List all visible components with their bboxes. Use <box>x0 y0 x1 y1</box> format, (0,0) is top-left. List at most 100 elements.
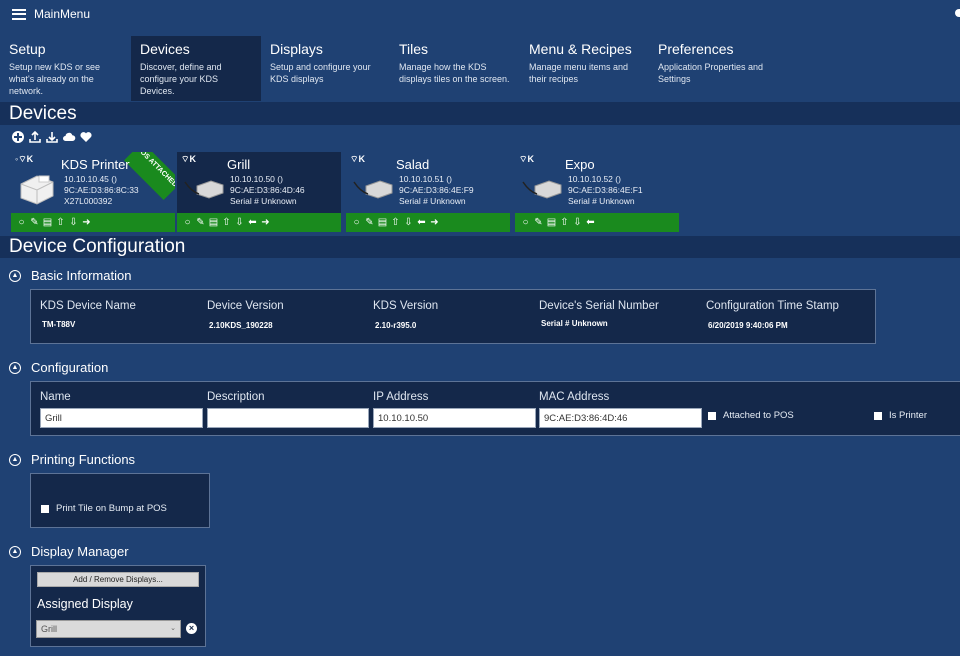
add-icon[interactable] <box>11 130 25 144</box>
print-tile-checkbox[interactable] <box>41 504 49 513</box>
attached-to-pos-option[interactable]: Attached to POS <box>708 410 794 421</box>
trash-icon[interactable]: ▤ <box>42 217 53 228</box>
download-icon[interactable] <box>45 130 59 144</box>
device-card-salad[interactable]: ⌔K Salad 10.10.10.51 () 9C:AE:D3:86:4E:F… <box>346 152 510 232</box>
refresh-icon[interactable]: ○ <box>351 217 362 228</box>
printing-functions-header: ▲ Printing Functions <box>9 452 135 467</box>
arrow-right-icon[interactable]: ➜ <box>429 217 440 228</box>
device-card-grill[interactable]: ⌔K Grill 10.10.10.50 () 9C:AE:D3:86:4D:4… <box>177 152 341 232</box>
assigned-display-label: Assigned Display <box>37 597 133 611</box>
ip-address-label: IP Address <box>373 391 429 403</box>
tab-devices[interactable]: Devices Discover, define and configure y… <box>131 36 261 101</box>
printer-icon <box>20 175 54 205</box>
cloud-icon[interactable] <box>62 130 76 144</box>
chevron-down-icon: ⌄ <box>170 625 176 632</box>
arrow-left-icon[interactable]: ⬅ <box>416 217 427 228</box>
add-remove-displays-button[interactable]: Add / Remove Displays... <box>37 572 199 587</box>
device-name: Expo <box>565 157 595 172</box>
name-input[interactable] <box>40 408 203 428</box>
configuration-title: Configuration <box>31 360 109 375</box>
collapse-icon[interactable]: ▲ <box>9 453 21 466</box>
device-card-kds-printer[interactable]: POS ATTACHED ◦⌔K KDS Printer 10.10.10.45… <box>11 152 175 232</box>
clear-display-icon[interactable]: × <box>186 623 197 634</box>
printing-functions-title: Printing Functions <box>31 452 136 467</box>
tab-preferences[interactable]: Preferences Application Properties and S… <box>649 36 779 101</box>
collapse-icon[interactable]: ▲ <box>9 269 21 282</box>
is-printer-option[interactable]: Is Printer <box>874 410 927 421</box>
device-status-icons: ◦⌔K <box>15 154 34 164</box>
arrow-left-icon[interactable]: ⬅ <box>585 217 596 228</box>
kds-version-label: KDS Version <box>373 300 439 312</box>
attached-to-pos-label: Attached to POS <box>723 410 794 421</box>
device-info: 10.10.10.45 () 9C:AE:D3:86:8C:33 X27L000… <box>64 174 139 207</box>
tab-displays-desc: Setup and configure your KDS displays <box>270 62 371 84</box>
device-card-expo[interactable]: ⌔K Expo 10.10.10.52 () 9C:AE:D3:86:4E:F1… <box>515 152 679 232</box>
trash-icon[interactable]: ▤ <box>208 217 219 228</box>
upload-icon[interactable]: ⇧ <box>221 217 232 228</box>
display-manager-header: ▲ Display Manager <box>9 544 129 559</box>
trash-icon[interactable]: ▤ <box>546 217 557 228</box>
device-mac: 9C:AE:D3:86:4D:46 <box>230 185 305 195</box>
arrow-right-icon[interactable]: ➜ <box>260 217 271 228</box>
tab-menu-recipes[interactable]: Menu & Recipes Manage menu items and the… <box>520 36 650 101</box>
trash-icon[interactable]: ▤ <box>377 217 388 228</box>
tab-devices-title: Devices <box>140 41 190 57</box>
device-action-bar: ○ ✎ ▤ ⇧ ⇩ ⬅ <box>515 213 679 232</box>
serial-number-value: Serial # Unknown <box>541 319 608 328</box>
tab-tiles[interactable]: Tiles Manage how the KDS displays tiles … <box>390 36 520 101</box>
device-action-bar: ○ ✎ ▤ ⇧ ⇩ ⬅ ➜ <box>177 213 341 232</box>
wrench-icon[interactable]: ✎ <box>195 217 206 228</box>
mac-address-input[interactable] <box>539 408 702 428</box>
refresh-icon[interactable]: ○ <box>16 217 27 228</box>
download-icon[interactable]: ⇩ <box>234 217 245 228</box>
upload-icon[interactable]: ⇧ <box>390 217 401 228</box>
device-mac: 9C:AE:D3:86:8C:33 <box>64 185 139 195</box>
print-tile-option[interactable]: Print Tile on Bump at POS <box>41 503 167 514</box>
upload-icon[interactable] <box>28 130 42 144</box>
tab-setup-desc: Setup new KDS or see what's already on t… <box>9 62 101 96</box>
collapse-icon[interactable]: ▲ <box>9 545 21 558</box>
download-icon[interactable]: ⇩ <box>403 217 414 228</box>
description-input[interactable] <box>207 408 369 428</box>
kds-controller-icon <box>184 180 224 199</box>
download-icon[interactable]: ⇩ <box>572 217 583 228</box>
hamburger-menu-icon[interactable] <box>12 8 26 20</box>
device-serial: Serial # Unknown <box>568 196 635 206</box>
kds-controller-icon <box>522 180 562 199</box>
device-info: 10.10.10.52 () 9C:AE:D3:86:4E:F1 Serial … <box>568 174 643 207</box>
tab-displays-title: Displays <box>270 41 323 57</box>
device-serial: X27L000392 <box>64 196 113 206</box>
upload-icon[interactable]: ⇧ <box>559 217 570 228</box>
wrench-icon[interactable]: ✎ <box>29 217 40 228</box>
devices-section-title: Devices <box>0 102 960 125</box>
tab-devices-desc: Discover, define and configure your KDS … <box>140 62 222 96</box>
wrench-icon[interactable]: ✎ <box>533 217 544 228</box>
tab-setup-title: Setup <box>9 41 46 57</box>
attached-to-pos-checkbox[interactable] <box>708 411 716 420</box>
device-name: Grill <box>227 157 251 172</box>
device-version-label: Device Version <box>207 300 284 312</box>
tab-menu-recipes-title: Menu & Recipes <box>529 41 632 57</box>
tab-preferences-title: Preferences <box>658 41 734 57</box>
heart-icon[interactable] <box>79 130 93 144</box>
arrow-right-icon[interactable]: ➜ <box>81 217 92 228</box>
wrench-icon[interactable]: ✎ <box>364 217 375 228</box>
tab-displays[interactable]: Displays Setup and configure your KDS di… <box>261 36 391 101</box>
mac-address-label: MAC Address <box>539 391 610 403</box>
refresh-icon[interactable]: ○ <box>182 217 193 228</box>
kds-controller-icon <box>353 180 393 199</box>
refresh-icon[interactable]: ○ <box>520 217 531 228</box>
arrow-left-icon[interactable]: ⬅ <box>247 217 258 228</box>
ip-address-input[interactable] <box>373 408 536 428</box>
printing-functions-panel: Print Tile on Bump at POS <box>30 473 210 528</box>
tab-setup[interactable]: Setup Setup new KDS or see what's alread… <box>0 36 131 101</box>
device-serial: Serial # Unknown <box>230 196 297 206</box>
device-ip: 10.10.10.52 () <box>568 174 621 184</box>
is-printer-checkbox[interactable] <box>874 411 882 420</box>
upload-icon[interactable]: ⇧ <box>55 217 66 228</box>
assigned-display-value: Grill <box>41 624 57 634</box>
download-icon[interactable]: ⇩ <box>68 217 79 228</box>
device-name: KDS Printer <box>61 157 130 172</box>
assigned-display-select[interactable]: Grill ⌄ <box>36 620 181 638</box>
collapse-icon[interactable]: ▲ <box>9 361 21 374</box>
